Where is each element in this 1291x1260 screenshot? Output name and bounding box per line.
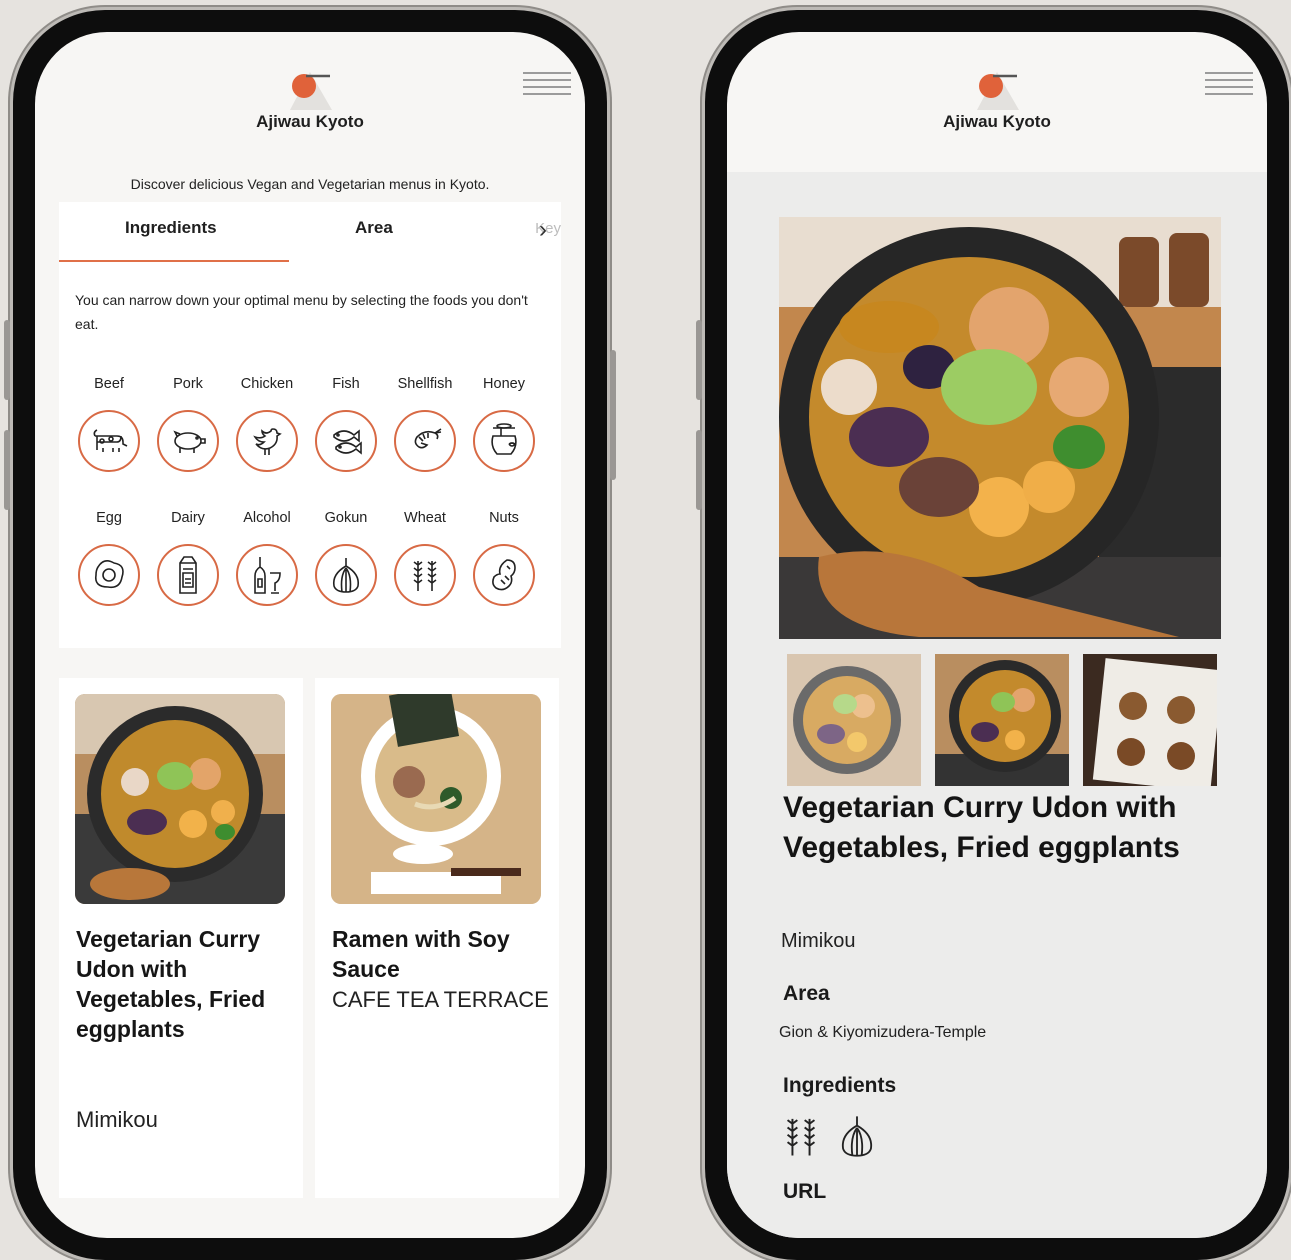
phone-volume-button [4,430,10,510]
shrimp-icon[interactable] [394,410,456,472]
curry-udon-photo[interactable] [75,694,285,904]
garlic-icon[interactable] [315,544,377,606]
ramen-photo[interactable] [331,694,541,904]
food-item-shellfish[interactable]: Shellfish [385,376,465,472]
food-item-nuts[interactable]: Nuts [464,510,544,606]
food-item-fish[interactable]: Fish [306,376,386,472]
menu-card-ramen[interactable]: Ramen with Soy Sauce CAFE TEA TERRACE [315,678,559,1198]
tab-ingredients[interactable]: Ingredients [125,218,217,238]
fish-icon[interactable] [315,410,377,472]
phone-left: Ajiwau Kyoto Discover delicious Vegan an… [4,10,616,1260]
chicken-icon[interactable] [236,410,298,472]
food-label: Honey [483,376,525,392]
food-label: Beef [94,376,124,392]
phone-volume-button [696,320,702,400]
restaurant-name[interactable]: Mimikou [781,930,855,953]
tagline: Discover delicious Vegan and Vegetarian … [130,176,490,192]
food-item-gokun[interactable]: Gokun [306,510,386,606]
filter-description: You can narrow down your optimal menu by… [75,292,528,332]
food-item-beef[interactable]: Beef [69,376,149,472]
phone-volume-button [4,320,10,400]
hamburger-menu-icon[interactable] [523,72,571,96]
thumbnail-2[interactable] [935,654,1069,786]
honey-pot-icon[interactable] [473,410,535,472]
phone-volume-button [696,430,702,510]
food-label: Nuts [489,510,519,526]
thumbnail-3-menu[interactable] [1083,654,1217,786]
url-heading: URL [783,1180,827,1203]
phone-screen: Ajiwau Kyoto Vegetarian Curry Udon with … [727,32,1267,1238]
hamburger-menu-icon[interactable] [1205,72,1253,96]
food-item-pork[interactable]: Pork [148,376,228,472]
area-heading: Area [783,982,830,1005]
food-item-alcohol[interactable]: Alcohol [227,510,307,606]
cow-icon[interactable] [78,410,140,472]
food-label: Alcohol [243,510,291,526]
food-item-chicken[interactable]: Chicken [227,376,307,472]
food-label: Chicken [240,376,294,392]
main-dish-photo[interactable] [779,217,1221,639]
phone-right: Ajiwau Kyoto Vegetarian Curry Udon with … [696,10,1289,1260]
phone-screen: Ajiwau Kyoto Discover delicious Vegan an… [35,32,585,1238]
food-label: Shellfish [397,376,453,392]
food-label: Fish [332,376,360,392]
ajiwau-logo-icon[interactable] [969,64,1025,114]
milk-carton-icon[interactable] [157,544,219,606]
food-item-wheat[interactable]: Wheat [385,510,465,606]
area-value: Gion & Kiyomizudera-Temple [779,1024,987,1041]
app-header: Ajiwau Kyoto [727,32,1267,172]
food-label: Gokun [324,510,368,526]
ajiwau-logo-icon[interactable] [282,64,338,114]
card-title[interactable]: Vegetarian Curry Udon with Vegetables, F… [76,924,293,1044]
ingredients-heading: Ingredients [783,1074,897,1097]
card-restaurant: CAFE TEA TERRACE [332,987,549,1012]
chevron-right-icon[interactable]: › [539,216,547,244]
phone-power-button [610,350,616,480]
food-label: Wheat [404,510,446,526]
filter-tabs: Ingredients Area Key › [59,202,561,263]
menu-card-curry-udon[interactable]: Vegetarian Curry Udon with Vegetables, F… [59,678,303,1198]
food-item-dairy[interactable]: Dairy [148,510,228,606]
peanut-icon[interactable] [473,544,535,606]
wheat-icon [779,1114,823,1163]
pig-icon[interactable] [157,410,219,472]
food-label: Dairy [171,510,205,526]
fried-egg-icon[interactable] [78,544,140,606]
card-title[interactable]: Ramen with Soy Sauce [332,924,549,984]
ingredient-filter-panel: You can narrow down your optimal menu by… [59,262,561,648]
app-header: Ajiwau Kyoto [35,32,585,172]
dish-title: Vegetarian Curry Udon with Vegetables, F… [783,791,1180,864]
food-item-egg[interactable]: Egg [69,510,149,606]
wheat-icon[interactable] [394,544,456,606]
app-title[interactable]: Ajiwau Kyoto [727,112,1267,132]
food-label: Pork [173,376,203,392]
food-label: Egg [96,510,122,526]
card-restaurant: Mimikou [76,1107,158,1132]
thumbnail-1[interactable] [787,654,921,786]
tab-area[interactable]: Area [355,218,393,238]
wine-bottle-glass-icon[interactable] [236,544,298,606]
garlic-icon [835,1114,879,1163]
food-item-honey[interactable]: Honey [464,376,544,472]
app-title[interactable]: Ajiwau Kyoto [35,112,585,132]
